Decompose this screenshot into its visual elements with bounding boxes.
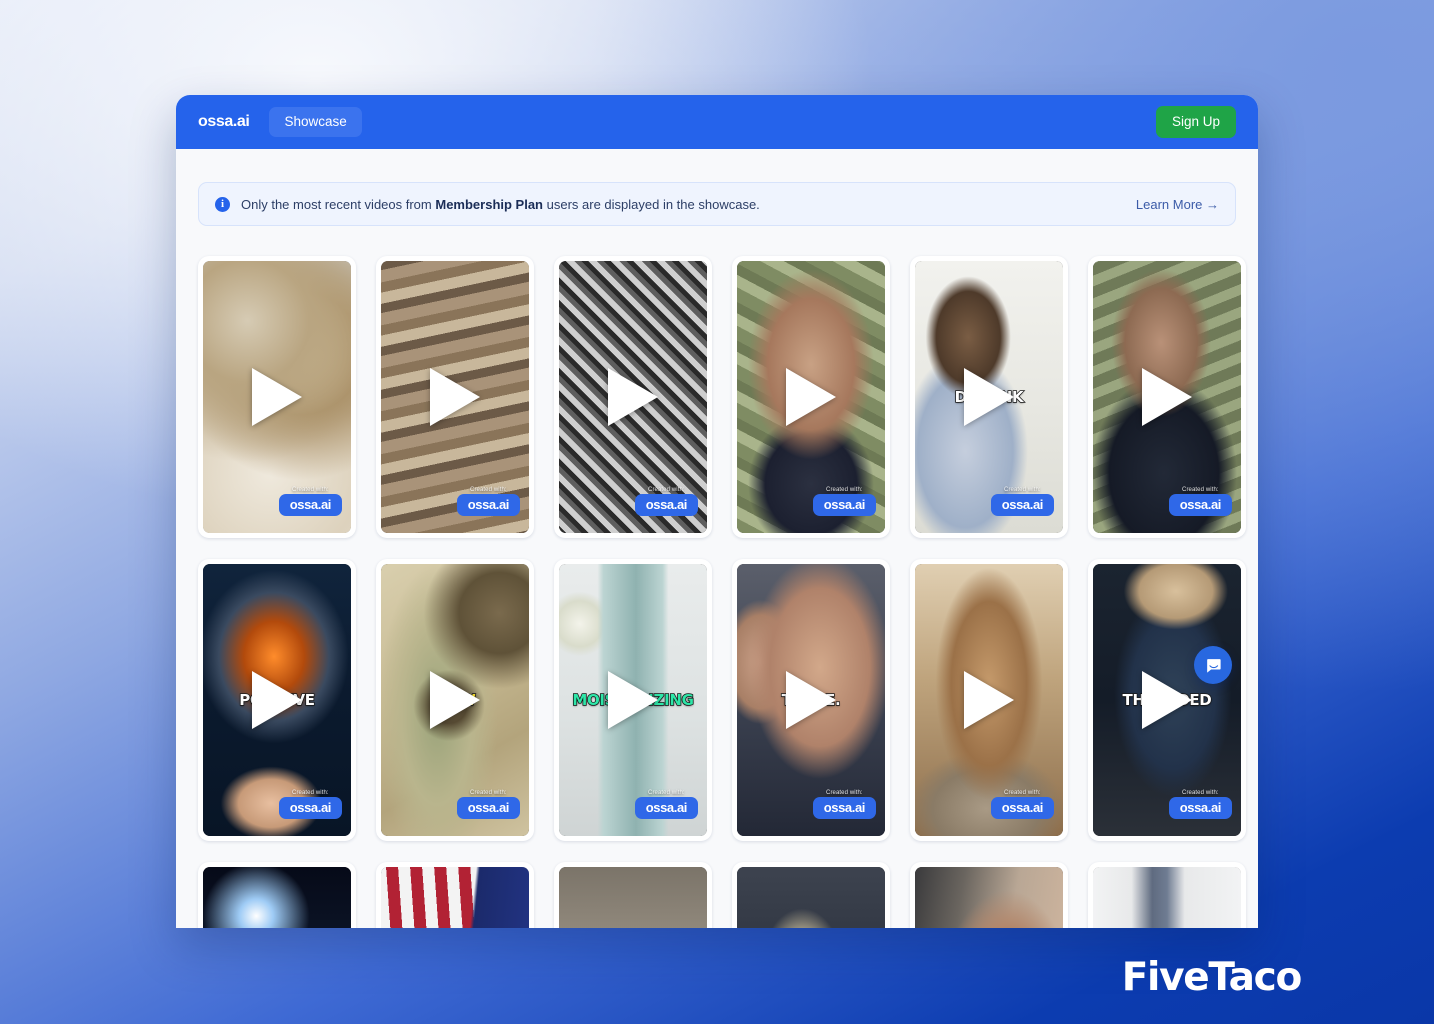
play-icon[interactable] <box>430 671 480 729</box>
video-card[interactable]: IS Created with: ossa.ai <box>1088 256 1246 538</box>
learn-more-link[interactable]: Learn More → <box>1136 197 1219 212</box>
chat-launcher-button[interactable] <box>1194 646 1232 684</box>
fivetaco-wordmark: FiveTaco <box>1121 955 1303 1000</box>
video-card[interactable]: Created with:ossa.ai <box>554 862 712 928</box>
video-card[interactable]: DEBUNK Created with: ossa.ai <box>910 256 1068 538</box>
video-thumbnail: ED Created with: ossa.ai <box>915 564 1063 836</box>
play-icon[interactable] <box>786 368 836 426</box>
video-thumbnail: IS Created with: ossa.ai <box>1093 261 1241 533</box>
video-thumbnail: Created with:ossa.ai <box>559 867 707 928</box>
video-card[interactable]: Created with:ossa.ai <box>198 256 356 538</box>
play-icon[interactable] <box>964 368 1014 426</box>
video-thumbnail: Created with:ossa.ai <box>381 261 529 533</box>
video-card[interactable]: Created with:ossa.ai <box>198 862 356 928</box>
video-thumbnail: Created with:ossa.ai <box>203 261 351 533</box>
video-card[interactable]: THERE. Created with: ossa.ai <box>732 559 890 841</box>
video-card[interactable]: Created with:ossa.ai <box>376 862 534 928</box>
membership-info-banner: i Only the most recent videos from Membe… <box>198 182 1236 226</box>
video-thumbnail: MOISTURIZING Created with: ossa.ai <box>559 564 707 836</box>
banner-text-after: users are displayed in the showcase. <box>543 196 760 212</box>
thumbnail-artwork <box>203 867 351 928</box>
video-grid: Created with: ossa.ai Created with: ossa.ai… <box>198 256 1246 928</box>
video-card[interactable]: Created with:ossa.ai <box>1088 862 1246 928</box>
page-root: ossa.ai Showcase Sign Up i Only the most… <box>0 0 1434 1024</box>
video-card[interactable]: POSITIVE Created with: ossa.ai <box>198 559 356 841</box>
play-icon[interactable] <box>608 671 658 729</box>
video-card[interactable]: Created with:ossa.ai <box>910 862 1068 928</box>
video-card[interactable]: THREADED Created with: ossa.ai <box>1088 559 1246 841</box>
play-icon[interactable] <box>1142 368 1192 426</box>
chat-bubble-icon <box>1206 658 1221 673</box>
video-thumbnail: Created with:ossa.ai <box>381 867 529 928</box>
play-icon[interactable] <box>430 368 480 426</box>
video-thumbnail: POSITIVE Created with: ossa.ai <box>203 564 351 836</box>
play-icon[interactable] <box>252 368 302 426</box>
video-thumbnail: Created with:ossa.ai <box>1093 867 1241 928</box>
banner-text-before: Only the most recent videos from <box>241 196 436 212</box>
banner-text: Only the most recent videos from Members… <box>241 197 760 212</box>
video-thumbnail: THERE. Created with: ossa.ai <box>737 564 885 836</box>
thumbnail-artwork <box>1093 867 1241 928</box>
thumbnail-artwork <box>381 867 529 928</box>
video-card[interactable]: MOISTURIZING Created with: ossa.ai <box>554 559 712 841</box>
video-card[interactable]: NOW Created with: ossa.ai <box>376 559 534 841</box>
ossa-logo[interactable]: ossa.ai <box>198 113 250 131</box>
video-thumbnail: NOW Created with: ossa.ai <box>381 564 529 836</box>
video-card[interactable]: Created with:ossa.ai <box>376 256 534 538</box>
video-thumbnail: Created with:ossa.ai <box>915 867 1063 928</box>
play-icon[interactable] <box>608 368 658 426</box>
video-card[interactable]: ED Created with: ossa.ai <box>910 559 1068 841</box>
tab-showcase[interactable]: Showcase <box>269 107 362 137</box>
info-icon: i <box>215 196 230 212</box>
thumbnail-artwork <box>915 867 1063 928</box>
content-area: i Only the most recent videos from Membe… <box>176 149 1258 928</box>
video-thumbnail: THREADED Created with: ossa.ai <box>1093 564 1241 836</box>
video-thumbnail: Created with:ossa.ai <box>737 867 885 928</box>
video-thumbnail: DEBUNK Created with: ossa.ai <box>915 261 1063 533</box>
video-thumbnail: Created with:ossa.ai <box>203 867 351 928</box>
sign-up-button[interactable]: Sign Up <box>1155 106 1236 138</box>
video-thumbnail: Created with:ossa.ai <box>559 261 707 533</box>
video-card[interactable]: Created with:ossa.ai <box>732 862 890 928</box>
video-thumbnail: S Created with: ossa.ai <box>737 261 885 533</box>
play-icon[interactable] <box>252 671 302 729</box>
video-card[interactable]: Created with:ossa.ai <box>554 256 712 538</box>
play-icon[interactable] <box>786 671 836 729</box>
play-icon[interactable] <box>1142 671 1192 729</box>
thumbnail-artwork <box>737 867 885 928</box>
video-card[interactable]: S Created with: ossa.ai <box>732 256 890 538</box>
banner-text-bold: Membership Plan <box>435 196 543 212</box>
thumbnail-artwork <box>559 867 707 928</box>
app-window: ossa.ai Showcase Sign Up i Only the most… <box>176 95 1258 928</box>
play-icon[interactable] <box>964 671 1014 729</box>
top-navigation-bar: ossa.ai Showcase Sign Up <box>176 95 1258 149</box>
